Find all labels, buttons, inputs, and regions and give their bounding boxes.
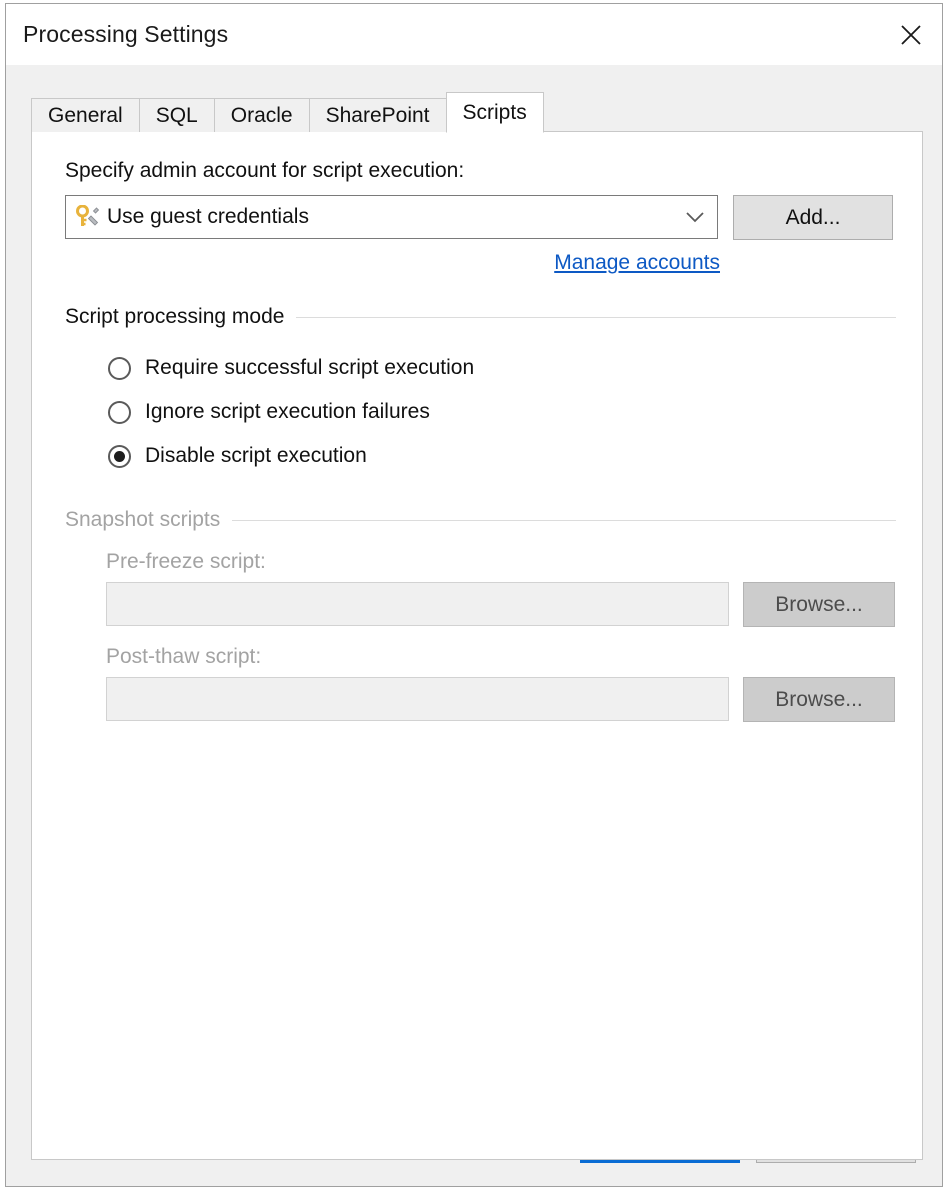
tab-strip: General SQL Oracle SharePoint Scripts — [31, 92, 544, 133]
add-account-button[interactable]: Add... — [733, 195, 893, 240]
post-thaw-script-label: Post-thaw script: — [106, 645, 262, 668]
group-divider — [296, 316, 896, 318]
dialog-body: General SQL Oracle SharePoint Scripts Sp… — [6, 65, 942, 1160]
radio-label: Disable script execution — [145, 444, 367, 467]
key-wrench-icon — [73, 204, 103, 230]
radio-indicator-selected — [108, 444, 131, 468]
close-icon[interactable] — [880, 4, 942, 65]
admin-account-select[interactable]: Use guest credentials — [65, 195, 718, 239]
snapshot-scripts-group-header: Snapshot scripts — [65, 508, 896, 532]
manage-accounts-link[interactable]: Manage accounts — [554, 251, 720, 275]
radio-require-successful-script-execution[interactable]: Require successful script execution — [108, 346, 896, 390]
pre-freeze-script-label: Pre-freeze script: — [106, 550, 266, 573]
pre-freeze-script-row: Browse... — [65, 582, 896, 627]
script-processing-mode-group-header: Script processing mode — [65, 305, 896, 329]
admin-account-value: Use guest credentials — [107, 205, 309, 228]
snapshot-scripts-title: Snapshot scripts — [65, 508, 221, 531]
tab-sharepoint[interactable]: SharePoint — [308, 98, 447, 132]
account-label: Specify admin account for script executi… — [65, 159, 465, 182]
script-processing-mode-options: Require successful script execution Igno… — [65, 346, 896, 478]
pre-freeze-script-input[interactable] — [106, 582, 729, 626]
radio-indicator — [108, 400, 131, 424]
tab-general[interactable]: General — [31, 98, 140, 132]
processing-settings-dialog: Processing Settings General SQL Oracle S… — [5, 3, 943, 1187]
post-thaw-browse-button[interactable]: Browse... — [743, 677, 895, 722]
tab-oracle[interactable]: Oracle — [213, 98, 310, 132]
manage-accounts-row: Manage accounts — [65, 251, 896, 275]
tab-sql[interactable]: SQL — [138, 98, 215, 132]
pre-freeze-browse-button[interactable]: Browse... — [743, 582, 895, 627]
page-title: Processing Settings — [23, 21, 229, 47]
radio-disable-script-execution[interactable]: Disable script execution — [108, 434, 896, 478]
radio-label: Ignore script execution failures — [145, 400, 430, 423]
radio-label: Require successful script execution — [145, 356, 475, 379]
post-thaw-script-row: Browse... — [65, 677, 896, 722]
tab-scripts[interactable]: Scripts — [445, 92, 544, 133]
radio-indicator — [108, 356, 131, 380]
radio-ignore-script-execution-failures[interactable]: Ignore script execution failures — [108, 390, 896, 434]
scripts-tab-panel: Specify admin account for script executi… — [31, 131, 923, 1160]
title-bar: Processing Settings — [6, 4, 942, 65]
chevron-down-icon — [685, 196, 705, 238]
account-row: Use guest credentials Add... — [65, 195, 896, 240]
post-thaw-script-input[interactable] — [106, 677, 729, 721]
group-divider — [232, 519, 896, 521]
script-processing-mode-title: Script processing mode — [65, 305, 285, 328]
